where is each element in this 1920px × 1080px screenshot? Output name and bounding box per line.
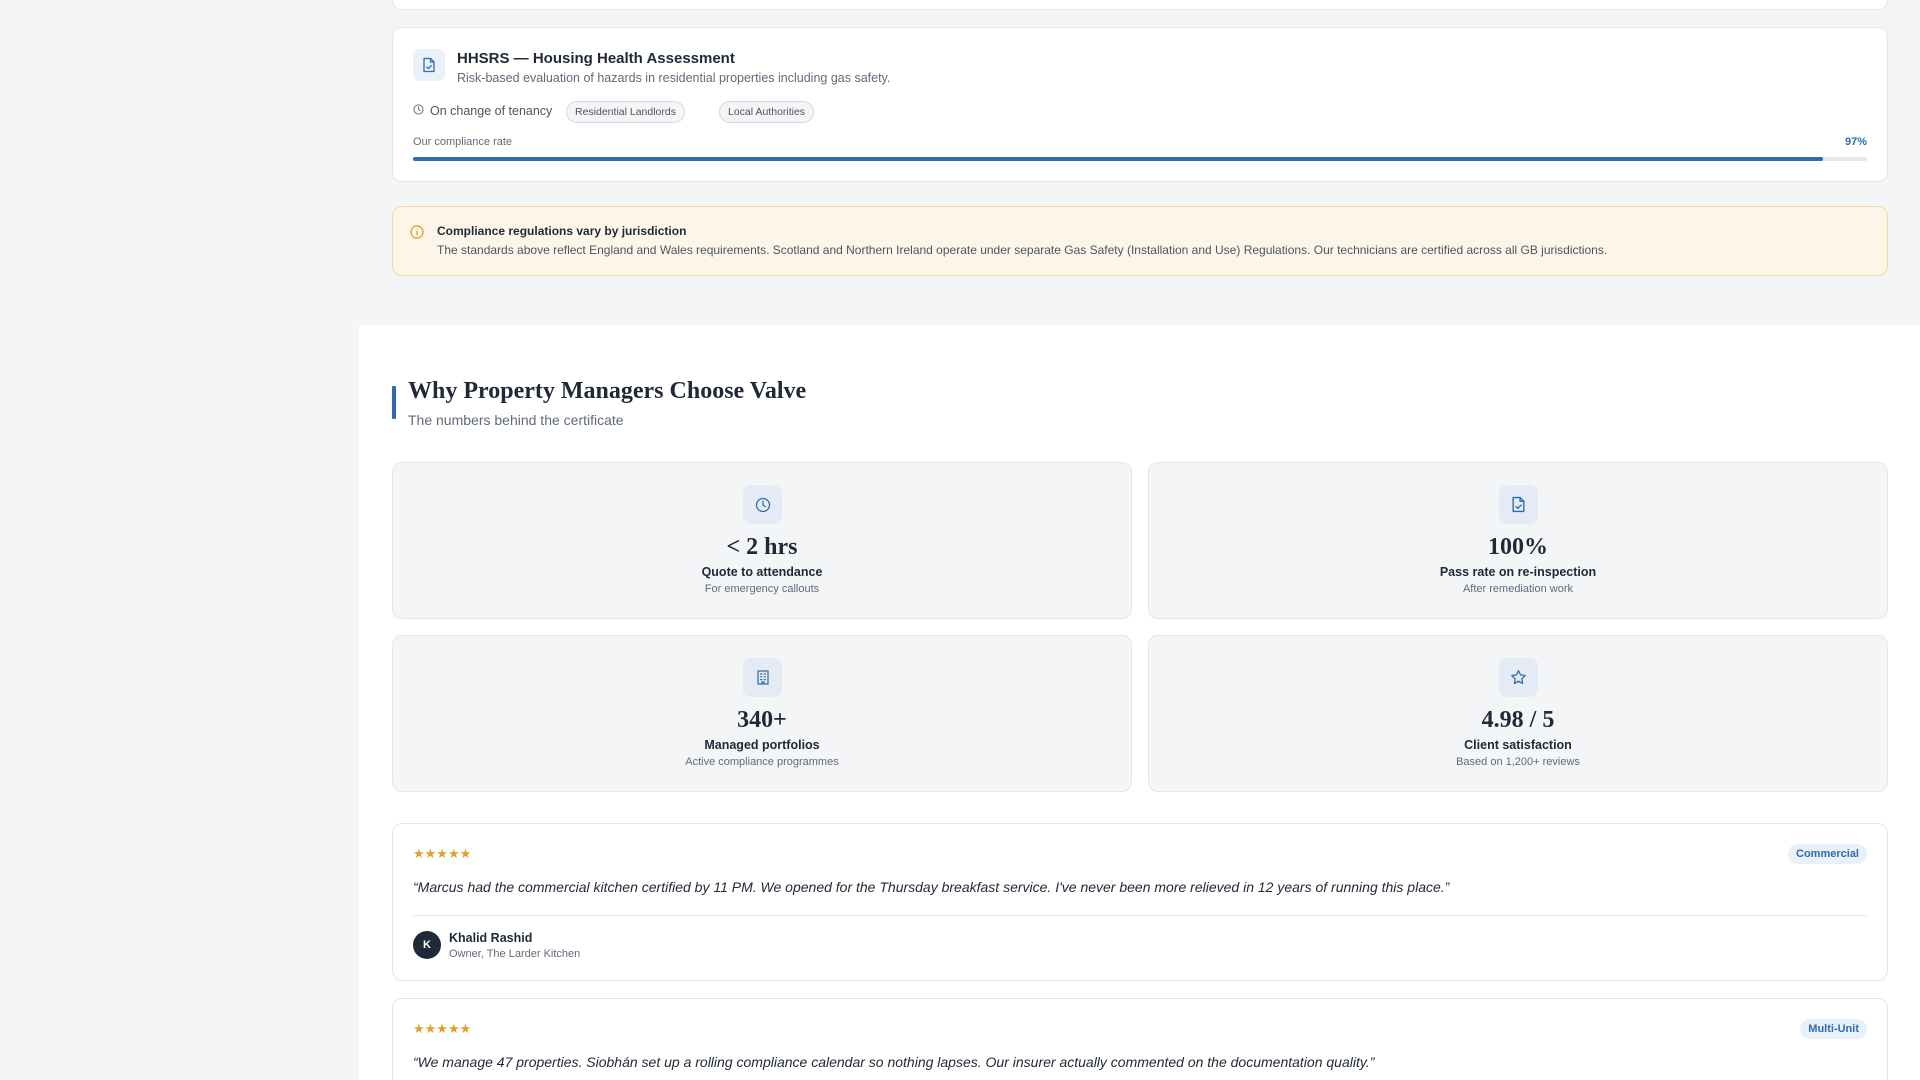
section-title: Why Property Managers Choose Valve	[408, 378, 807, 404]
main-content: HHSRS — Housing Health Assessment Risk-b…	[359, 0, 1920, 1080]
sidebar	[0, 0, 359, 1080]
stat-label: Client satisfaction	[1464, 738, 1572, 752]
divider	[413, 915, 1867, 916]
section-accent-bar	[392, 386, 396, 419]
why-choose-section: Why Property Managers Choose Valve The n…	[359, 325, 1920, 1080]
frequency-text: On change of tenancy	[430, 104, 553, 118]
section-subtitle: The numbers behind the certificate	[408, 412, 624, 428]
notice-body: The standards above reflect England and …	[437, 243, 1608, 257]
stat-card-pass-rate: 100% Pass rate on re-inspection After re…	[1148, 462, 1888, 619]
stat-subtext: After remediation work	[1462, 583, 1574, 595]
category-badge: Commercial	[1788, 844, 1867, 864]
building-icon	[743, 658, 782, 697]
star-rating: ★★★★★	[413, 846, 472, 861]
author-role: Owner, The Larder Kitchen	[449, 948, 581, 960]
stat-card-satisfaction: 4.98 / 5 Client satisfaction Based on 1,…	[1148, 635, 1888, 792]
clock-icon	[413, 104, 424, 118]
testimonial-quote: “We manage 47 properties. Siobhán set up…	[413, 1054, 1375, 1070]
author-name: Khalid Rashid	[449, 931, 533, 945]
regulation-card: HHSRS — Housing Health Assessment Risk-b…	[392, 27, 1888, 182]
info-icon	[410, 225, 424, 244]
stat-label: Quote to attendance	[701, 565, 823, 579]
compliance-progress-bar	[413, 157, 1867, 161]
testimonial-card: ★★★★★ Commercial “Marcus had the commerc…	[392, 823, 1888, 981]
stat-subtext: Active compliance programmes	[685, 756, 839, 768]
document-check-icon	[1499, 485, 1538, 524]
compliance-rate-value: 97%	[1844, 136, 1867, 148]
stat-card-portfolios: 340+ Managed portfolios Active complianc…	[392, 635, 1132, 792]
regulations-section: HHSRS — Housing Health Assessment Risk-b…	[359, 0, 1920, 325]
notice-title: Compliance regulations vary by jurisdict…	[437, 224, 687, 238]
stat-label: Managed portfolios	[704, 738, 820, 752]
stat-value: 4.98 / 5	[1481, 707, 1555, 733]
stat-subtext: Based on 1,200+ reviews	[1456, 756, 1580, 768]
testimonial-quote: “Marcus had the commercial kitchen certi…	[413, 879, 1450, 895]
star-icon	[1499, 658, 1538, 697]
compliance-progress-fill	[413, 157, 1824, 161]
regulation-description: Risk-based evaluation of hazards in resi…	[457, 71, 891, 85]
tag-local-authorities: Local Authorities	[719, 101, 815, 123]
previous-regulation-card	[392, 0, 1888, 10]
document-check-icon	[413, 49, 445, 81]
stat-subtext: For emergency callouts	[704, 583, 820, 595]
testimonial-card: ★★★★★ Multi-Unit “We manage 47 propertie…	[392, 998, 1888, 1080]
stat-value: 340+	[737, 707, 787, 733]
star-rating: ★★★★★	[413, 1021, 472, 1036]
clock-icon	[743, 485, 782, 524]
tag-residential-landlords: Residential Landlords	[566, 101, 685, 123]
stat-label: Pass rate on re-inspection	[1439, 565, 1597, 579]
avatar: K	[413, 931, 441, 959]
regulation-title: HHSRS — Housing Health Assessment	[457, 50, 735, 67]
stat-card-attendance: < 2 hrs Quote to attendance For emergenc…	[392, 462, 1132, 619]
category-badge: Multi-Unit	[1800, 1019, 1867, 1039]
stat-value: < 2 hrs	[726, 534, 798, 560]
jurisdiction-notice: Compliance regulations vary by jurisdict…	[392, 206, 1888, 276]
regulation-frequency: On change of tenancy	[413, 104, 552, 118]
stat-value: 100%	[1488, 534, 1548, 560]
compliance-rate-label: Our compliance rate	[413, 136, 513, 148]
